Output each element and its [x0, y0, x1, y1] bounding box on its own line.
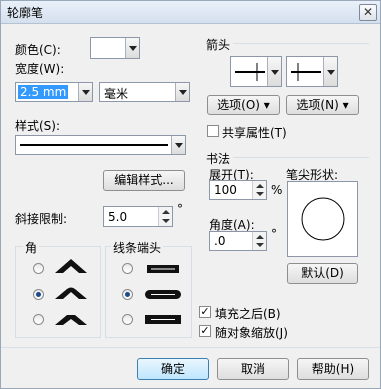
scale-with-object-label: 随对象缩放(J) — [215, 326, 288, 340]
cap-butt-radio[interactable] — [122, 263, 133, 274]
arrows-separator — [233, 43, 369, 44]
end-arrow-select[interactable] — [286, 56, 338, 87]
angle-spinner[interactable]: .0 — [209, 231, 267, 251]
close-icon[interactable]: ✕ — [363, 5, 373, 19]
color-picker[interactable] — [90, 37, 140, 59]
fill-after-label: 填充之后(B) — [215, 307, 281, 321]
chevron-down-icon[interactable] — [267, 57, 281, 86]
corner-round-radio[interactable] — [33, 289, 44, 300]
outline-pen-dialog: 轮廓笔 ✕ 颜色(C): 宽度(W): 2.5 mm 毫米 样式(S): 编辑样… — [0, 0, 381, 389]
angle-degree-symbol: ° — [271, 227, 277, 241]
start-arrow-icon — [235, 63, 265, 81]
cap-icons — [145, 265, 181, 324]
miter-limit-label: 斜接限制: — [15, 212, 68, 226]
percent-symbol: % — [271, 183, 283, 197]
width-label: 宽度(W): — [15, 62, 65, 76]
cap-round-radio[interactable] — [122, 289, 133, 300]
start-arrow-options-button[interactable]: 选项(O) ▾ — [207, 95, 280, 115]
corner-miter-icon — [55, 259, 87, 273]
miter-limit-spinner[interactable]: 5.0 — [103, 206, 173, 227]
spinner-arrows-icon[interactable] — [158, 207, 172, 226]
corner-icons — [55, 259, 87, 325]
nib-shape-preview[interactable] — [287, 181, 358, 257]
calligraphy-separator — [233, 157, 369, 158]
stretch-value: 100 — [214, 183, 237, 197]
footer-separator — [1, 347, 380, 348]
close-button[interactable]: ✕ — [359, 4, 377, 21]
corner-round-icon — [55, 287, 87, 299]
chevron-down-icon[interactable] — [125, 38, 139, 58]
unit-value: 毫米 — [104, 87, 129, 101]
chevron-down-icon[interactable] — [323, 57, 337, 86]
stretch-spinner[interactable]: 100 — [209, 180, 267, 200]
corner-bevel-icon — [55, 315, 87, 325]
default-button[interactable]: 默认(D) — [287, 263, 358, 284]
corner-bevel-radio[interactable] — [33, 314, 44, 325]
width-select[interactable]: 2.5 mm — [15, 82, 93, 102]
width-value: 2.5 mm — [18, 85, 69, 99]
title-bar: 轮廓笔 ✕ — [1, 1, 380, 24]
cap-square-radio[interactable] — [122, 314, 133, 325]
line-style-preview — [20, 144, 168, 146]
spinner-arrows-icon[interactable] — [252, 232, 266, 250]
help-button[interactable]: 帮助(H) — [297, 358, 369, 380]
ok-button[interactable]: 确定 — [137, 358, 209, 380]
scale-with-object-checkbox[interactable]: ✓ — [199, 325, 211, 337]
start-arrow-select[interactable] — [230, 56, 282, 87]
cancel-button[interactable]: 取消 — [217, 358, 289, 380]
chevron-down-icon[interactable] — [78, 83, 92, 101]
share-attributes-label: 共享属性(T) — [222, 126, 287, 140]
line-style-select[interactable] — [15, 135, 186, 155]
angle-value: .0 — [214, 234, 226, 248]
chevron-down-icon[interactable] — [175, 83, 189, 101]
line-caps-title: 线条端头 — [111, 239, 164, 256]
start-arrow-options-label[interactable]: 选项(O) — [217, 98, 260, 112]
end-arrow-icon — [291, 63, 321, 81]
degree-symbol: ° — [177, 202, 183, 216]
unit-select[interactable]: 毫米 — [99, 82, 190, 102]
style-label: 样式(S): — [15, 119, 61, 133]
calligraphy-title: 书法 — [206, 152, 231, 166]
share-attributes-checkbox[interactable] — [207, 125, 219, 137]
edit-style-button[interactable]: 编辑样式... — [103, 170, 185, 191]
spinner-arrows-icon[interactable] — [252, 181, 266, 199]
chevron-down-icon[interactable] — [171, 136, 185, 154]
fill-after-checkbox[interactable]: ✓ — [199, 306, 211, 318]
corner-miter-radio[interactable] — [33, 263, 44, 274]
miter-limit-value: 5.0 — [108, 210, 128, 224]
end-arrow-options-button[interactable]: 选项(N) ▾ — [286, 95, 359, 115]
end-arrow-options-label[interactable]: 选项(N) — [296, 98, 338, 112]
dialog-title: 轮廓笔 — [7, 6, 44, 20]
arrows-title: 箭头 — [206, 38, 231, 52]
nib-circle-icon — [301, 197, 345, 241]
color-label: 颜色(C): — [15, 43, 61, 57]
corners-title: 角 — [23, 239, 40, 256]
